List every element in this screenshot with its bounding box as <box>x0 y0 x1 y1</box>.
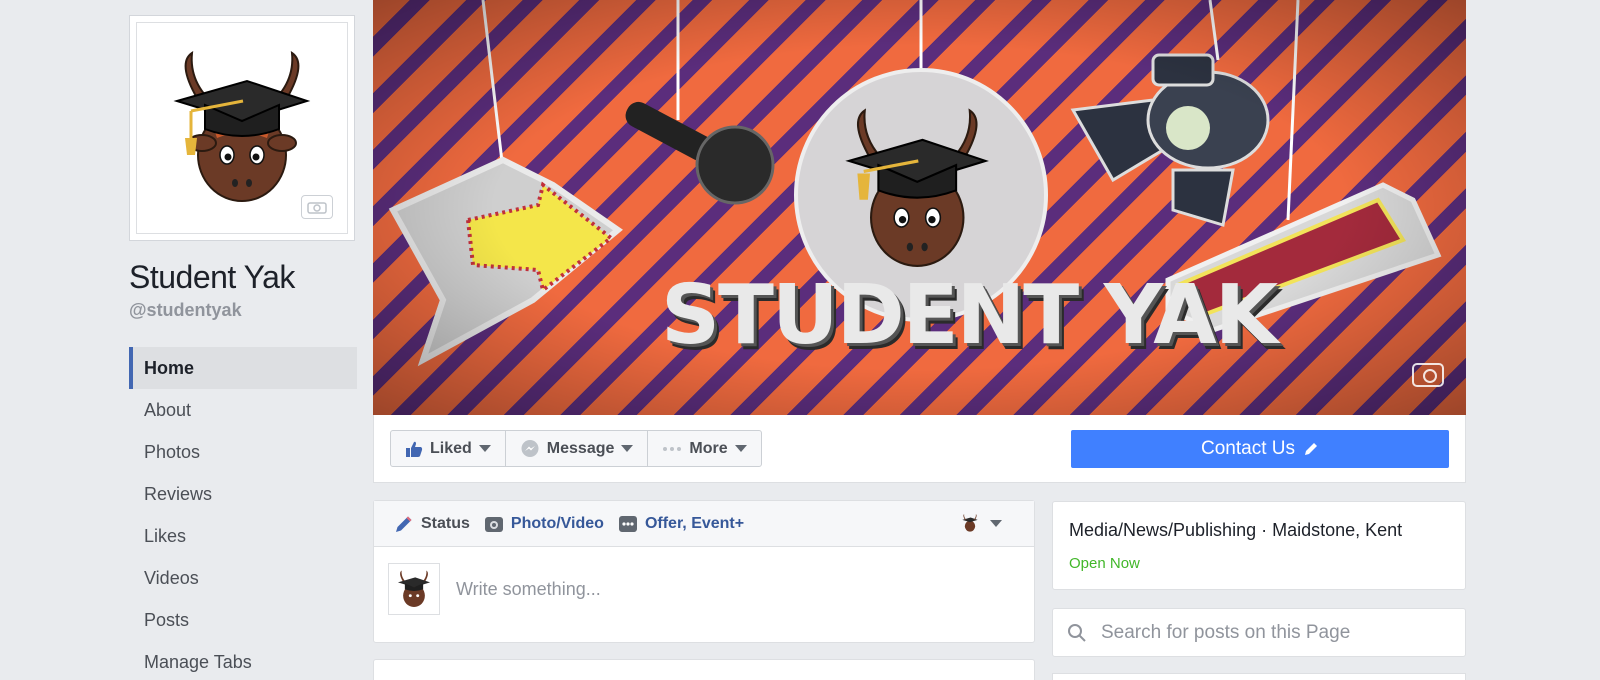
nav-item-about[interactable]: About <box>129 389 357 431</box>
tab-offer-event[interactable]: Offer, Event+ <box>618 515 744 533</box>
liked-button[interactable]: Liked <box>390 430 506 467</box>
composer-tabs: Status Photo/Video Offer, Event+ <box>374 501 1034 547</box>
nav-item-manage-tabs[interactable]: Manage Tabs <box>129 641 357 680</box>
page-name[interactable]: Student Yak <box>129 259 357 296</box>
avatar <box>388 563 440 615</box>
message-button[interactable]: Message <box>504 430 649 467</box>
write-something-input[interactable] <box>456 578 976 600</box>
right-next-card <box>1052 673 1466 680</box>
more-dots-icon <box>663 446 682 451</box>
page-nav: Home About Photos Reviews Likes Videos P… <box>129 347 357 680</box>
page-search-box <box>1052 608 1466 657</box>
page-action-bar: Liked Message More Contact Us <box>373 415 1466 483</box>
pencil-icon <box>1304 443 1317 455</box>
liked-label: Liked <box>430 439 472 457</box>
chevron-down-icon <box>990 519 1002 527</box>
nav-item-home[interactable]: Home <box>129 347 357 389</box>
contact-us-label: Contact Us <box>1201 438 1295 459</box>
contact-us-button[interactable]: Contact Us <box>1071 430 1449 468</box>
nav-item-likes[interactable]: Likes <box>129 515 357 557</box>
chevron-down-icon <box>478 445 491 452</box>
camera-icon <box>484 516 503 532</box>
open-status: Open Now <box>1069 555 1140 572</box>
more-label: More <box>689 439 728 457</box>
thumbs-up-icon <box>406 441 423 457</box>
yak-logo-icon <box>173 50 311 202</box>
tab-offer-event-label: Offer, Event+ <box>644 514 745 532</box>
category-location[interactable]: Media/News/Publishing · Maidstone, Kent <box>1069 520 1449 541</box>
messenger-icon <box>521 439 539 457</box>
page-action-buttons: Liked Message More <box>390 430 762 467</box>
tab-photo-video-label: Photo/Video <box>510 514 604 532</box>
composer-body <box>374 547 1034 631</box>
more-options-icon <box>618 515 637 532</box>
tab-status-label: Status <box>421 514 470 532</box>
page-handle[interactable]: @studentyak <box>129 300 357 321</box>
post-as-selector[interactable] <box>960 513 1002 533</box>
nav-item-posts[interactable]: Posts <box>129 599 357 641</box>
left-column: Student Yak @studentyak Home About Photo… <box>129 15 357 680</box>
profile-picture-frame <box>136 22 348 234</box>
tab-status[interactable]: Status <box>394 514 470 534</box>
tab-photo-video[interactable]: Photo/Video <box>484 515 604 533</box>
search-icon <box>1068 623 1086 642</box>
cover-title: STUDENT YAK <box>661 268 1278 363</box>
yak-avatar-icon <box>397 570 431 608</box>
next-card <box>373 659 1035 680</box>
chevron-down-icon <box>621 445 634 452</box>
message-label: Message <box>546 439 615 457</box>
yak-avatar-icon <box>962 514 978 532</box>
profile-picture[interactable] <box>129 15 355 241</box>
nav-item-reviews[interactable]: Reviews <box>129 473 357 515</box>
post-composer: Status Photo/Video Offer, Event+ <box>373 500 1035 643</box>
nav-item-photos[interactable]: Photos <box>129 431 357 473</box>
pencil-icon <box>396 516 412 532</box>
more-button[interactable]: More <box>647 430 762 467</box>
nav-item-videos[interactable]: Videos <box>129 557 357 599</box>
update-cover-camera-icon[interactable] <box>1412 363 1444 387</box>
update-profile-photo-camera-icon[interactable] <box>301 195 333 219</box>
search-posts-input[interactable] <box>1101 621 1441 644</box>
chevron-down-icon <box>734 445 747 452</box>
cover-photo[interactable]: STUDENT YAK <box>373 0 1466 415</box>
page-info-card: Media/News/Publishing · Maidstone, Kent … <box>1052 501 1466 590</box>
